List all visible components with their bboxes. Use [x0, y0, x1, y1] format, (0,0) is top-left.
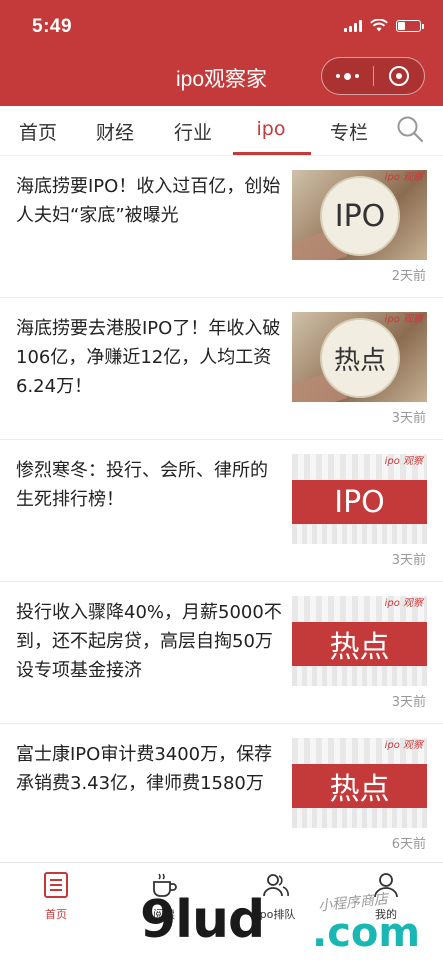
article-thumbnail[interactable]: 热点 ipo 观察	[292, 738, 427, 828]
thumb-decoration	[292, 524, 427, 544]
more-icon	[335, 72, 359, 80]
thumb-brand: ipo 观察	[384, 314, 423, 325]
active-tab-indicator	[233, 152, 311, 155]
list-item[interactable]: 惨烈寒冬：投行、会所、律所的生死排行榜！ IPO ipo 观察 3天前	[0, 440, 443, 582]
list-item[interactable]: 投行收入骤降40%，月薪5000不到，还不起房贷，高层自掏50万设专项基金接济 …	[0, 582, 443, 724]
nav-home[interactable]: 首页	[16, 871, 96, 922]
article-time: 6天前	[391, 837, 426, 852]
tab-column[interactable]: 专栏	[319, 118, 379, 145]
article-thumbnail[interactable]: IPO ipo 观察	[292, 454, 427, 544]
article-time: 3天前	[391, 553, 426, 568]
article-time: 2天前	[391, 269, 426, 284]
status-icons	[344, 19, 424, 32]
thumb-brand: ipo 观察	[384, 740, 423, 751]
tab-ipo[interactable]: ipo	[241, 118, 301, 140]
thumb-brand: ipo 观察	[384, 172, 423, 183]
miniprogram-capsule	[321, 57, 425, 95]
category-tabs: 首页 财经 行业 ipo 专栏	[0, 106, 443, 156]
article-thumbnail[interactable]: IPO ipo 观察	[292, 170, 427, 260]
status-bar: 5:49	[0, 0, 443, 50]
article-thumbnail[interactable]: 热点 ipo 观察	[292, 312, 427, 402]
thumb-brand: ipo 观察	[384, 598, 423, 609]
search-icon[interactable]	[396, 115, 424, 143]
watermark-text: 9lud	[140, 890, 265, 950]
home-list-icon	[44, 872, 68, 898]
thumb-decoration	[292, 666, 427, 686]
wifi-icon	[370, 19, 388, 32]
thumb-brand: ipo 观察	[384, 456, 423, 467]
list-item[interactable]: 海底捞要去港股IPO了！年收入破106亿，净赚近12亿，人均工资6.24万！ 热…	[0, 298, 443, 440]
thumb-label: 热点	[320, 318, 400, 398]
thumb-label: 热点	[292, 622, 427, 666]
target-icon	[388, 66, 409, 86]
article-title[interactable]: 惨烈寒冬：投行、会所、律所的生死排行榜！	[16, 456, 282, 514]
article-title[interactable]: 海底捞要去港股IPO了！年收入破106亿，净赚近12亿，人均工资6.24万！	[16, 314, 282, 401]
article-thumbnail[interactable]: 热点 ipo 观察	[292, 596, 427, 686]
list-item[interactable]: 富士康IPO审计费3400万，保荐承销费3.43亿，律师费1580万 热点 ip…	[0, 724, 443, 862]
tab-industry[interactable]: 行业	[163, 118, 223, 145]
battery-icon	[396, 19, 424, 32]
article-title[interactable]: 富士康IPO审计费3400万，保荐承销费3.43亿，律师费1580万	[16, 740, 282, 798]
more-button[interactable]	[322, 58, 373, 94]
thumb-label: IPO	[320, 176, 400, 256]
thumb-label: IPO	[292, 480, 427, 524]
article-title[interactable]: 海底捞要IPO！收入过百亿，创始人夫妇“家底”被曝光	[16, 172, 282, 230]
thumb-label: 热点	[292, 764, 427, 808]
signal-icon	[344, 19, 362, 32]
article-time: 3天前	[391, 695, 426, 710]
list-item[interactable]: 海底捞要IPO！收入过百亿，创始人夫妇“家底”被曝光 IPO ipo 观察 2天…	[0, 156, 443, 298]
article-time: 3天前	[391, 411, 426, 426]
tab-home[interactable]: 首页	[8, 118, 68, 145]
article-title[interactable]: 投行收入骤降40%，月薪5000不到，还不起房贷，高层自掏50万设专项基金接济	[16, 598, 282, 685]
thumb-decoration	[292, 808, 427, 828]
nav-label: 首页	[45, 908, 67, 921]
watermark-suffix: .com	[312, 910, 421, 956]
tab-finance[interactable]: 财经	[85, 118, 145, 145]
status-time: 5:49	[32, 16, 73, 37]
close-miniprogram-button[interactable]	[373, 58, 424, 94]
app-header: 5:49 ipo观察家	[0, 0, 443, 106]
people-icon	[263, 874, 289, 897]
